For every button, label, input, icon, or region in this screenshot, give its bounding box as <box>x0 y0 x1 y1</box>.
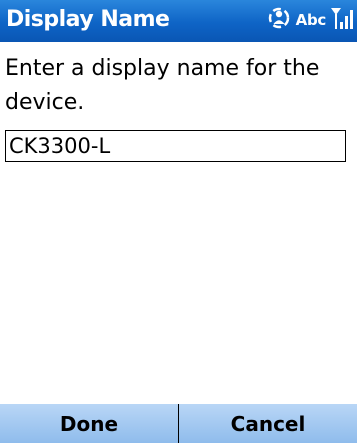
cancel-softkey[interactable]: Cancel <box>179 404 357 443</box>
done-softkey[interactable]: Done <box>0 404 178 443</box>
signal-strength-icon <box>330 5 354 35</box>
display-name-input[interactable]: CK3300-L <box>5 130 346 162</box>
input-mode-indicator: Abc <box>295 11 327 29</box>
softkey-bar: Done Cancel <box>0 404 357 443</box>
sync-person-icon <box>266 5 292 35</box>
page-title: Display Name <box>6 7 170 32</box>
instruction-text: Enter a display name for the device. <box>5 56 320 115</box>
display-name-screen: Display Name Abc Enter a display name fo… <box>0 0 357 443</box>
title-bar: Display Name Abc <box>0 0 357 42</box>
status-icons: Abc <box>266 5 354 35</box>
